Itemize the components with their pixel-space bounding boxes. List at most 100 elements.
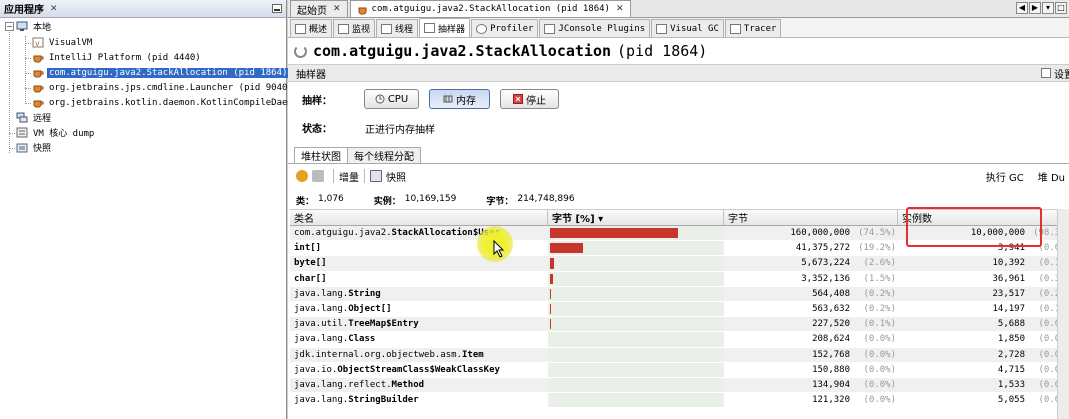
refresh-icon[interactable]	[312, 170, 324, 182]
class-simple-name: Item	[461, 349, 484, 360]
scroll-right-icon[interactable]: ▶	[1029, 2, 1041, 14]
close-tab-icon[interactable]: ✕	[333, 4, 341, 14]
memory-button[interactable]: 内存	[429, 89, 490, 109]
bytes-percent-value: (0.0%)	[863, 379, 896, 390]
tree-node-app[interactable]: v VisualVM	[32, 35, 94, 50]
stop-button[interactable]: 停止	[500, 89, 559, 109]
tab-per-thread-allocation[interactable]: 每个线程分配	[348, 147, 421, 163]
maximize-icon[interactable]: □	[1055, 2, 1067, 14]
tracer-icon	[729, 23, 741, 34]
close-icon[interactable]: ✕	[50, 4, 58, 14]
tree-node-app[interactable]: IntelliJ Platform (pid 4440)	[32, 50, 203, 65]
tab-jconsole-plugins[interactable]: JConsole Plugins	[539, 19, 651, 37]
bytes-percent-bar	[550, 258, 555, 269]
table-row[interactable]: jdk.internal.org.objectweb.asm. Item 152,7…	[290, 347, 1069, 363]
toolbar-separator	[333, 169, 334, 183]
delta-button[interactable]: 增量	[339, 169, 359, 184]
bytes-percent-bar	[550, 228, 679, 239]
table-row[interactable]: byte[] 5,673,224 (2.6%) 10,392 (0.1%)	[290, 256, 1069, 272]
memory-button-label: 内存	[456, 95, 476, 107]
tab-heap-histogram[interactable]: 堆柱状图	[294, 147, 348, 163]
class-package: java.lang.	[294, 334, 349, 345]
tree-node-app[interactable]: org.jetbrains.kotlin.daemon.KotlinCompil…	[32, 95, 322, 110]
tree-node-snapshots[interactable]: 快照	[16, 140, 53, 155]
tab-application[interactable]: com.atguigu.java2.StackAllocation (pid 1…	[349, 0, 631, 17]
table-row[interactable]: java.lang. String 564,408 (0.2%) 23,517 (0.2%…	[290, 286, 1069, 302]
snapshot-icon	[370, 170, 382, 182]
class-simple-name: Class	[348, 334, 376, 345]
table-row[interactable]: java.lang.reflect. Method 134,904 (0.0%) 1,5…	[290, 377, 1069, 394]
page-title: com.atguigu.java2.StackAllocation (pid 1…	[288, 38, 1069, 64]
table-row[interactable]: java.util. TreeMap$Entry 227,520 (0.1%) 5,68…	[290, 317, 1069, 333]
collapse-local-toggle[interactable]: −	[5, 22, 14, 31]
class-simple-name: Object[]	[348, 304, 392, 315]
tree-node-app-selected[interactable]: com.atguigu.java2.StackAllocation (pid 1…	[32, 65, 290, 80]
tree-node-label: IntelliJ Platform (pid 4440)	[49, 52, 201, 63]
visual-gc-icon	[656, 23, 668, 34]
table-row[interactable]: java.lang. Object[] 563,632 (0.2%) 14,197 (0.…	[290, 301, 1069, 318]
toolbar-right-actions: 执行 GC 堆 Du	[986, 169, 1069, 184]
perform-gc-button[interactable]: 执行 GC	[986, 169, 1024, 184]
tab-sampler[interactable]: 抽样器	[419, 18, 471, 37]
scroll-left-icon[interactable]: ◀	[1016, 2, 1028, 14]
tab-tracer[interactable]: Tracer	[724, 19, 782, 37]
tree-node-core-dump[interactable]: VM 核心 dump	[16, 125, 96, 140]
sample-label: 抽样：	[302, 96, 332, 107]
cpu-button[interactable]: CPU	[364, 89, 419, 109]
snapshot-button[interactable]: 快照	[386, 169, 406, 184]
tab-label: 抽样器	[438, 24, 466, 35]
instances-cell: 2,728 (0.0%)	[898, 348, 1069, 362]
applications-panel-header: 应用程序 ✕	[0, 0, 286, 18]
bytes-value: 160,000,000	[790, 228, 850, 239]
tree-node-local[interactable]: 本地	[16, 19, 53, 34]
sampler-icon	[424, 23, 436, 33]
instances-value: 23,517	[992, 288, 1025, 299]
tab-label: JConsole Plugins	[558, 23, 646, 34]
instances-value: 10,392	[992, 258, 1025, 269]
class-simple-name: int[]	[294, 243, 322, 254]
tab-threads[interactable]: 线程	[376, 19, 419, 37]
tab-overview[interactable]: 概述	[290, 19, 333, 37]
settings-checkbox[interactable]	[1041, 68, 1051, 78]
table-scrollbar[interactable]	[1057, 209, 1069, 419]
tab-label: 监视	[352, 25, 371, 35]
bytes-value: 134,904	[812, 379, 850, 390]
cpu-button-label: CPU	[387, 93, 409, 105]
settings-toggle[interactable]: 设置	[1041, 66, 1069, 81]
class-package: java.lang.	[294, 288, 349, 299]
heap-dump-button[interactable]: 堆 Du	[1038, 169, 1065, 184]
bytes-cell: 41,375,272 (19.2%)	[724, 241, 898, 255]
bytes-percent-cell	[548, 241, 724, 256]
tab-label: Visual GC	[670, 23, 719, 34]
instances-cell: 10,392 (0.1%)	[898, 256, 1069, 270]
pause-icon[interactable]	[296, 170, 308, 182]
column-header-bytes-percent[interactable]: 字节 [%] ▾	[548, 210, 724, 225]
tab-profiler[interactable]: Profiler	[471, 19, 539, 37]
tree-node-app[interactable]: org.jetbrains.jps.cmdline.Launcher (pid …	[32, 80, 295, 95]
class-package: java.lang.	[294, 304, 349, 315]
table-row[interactable]: java.io. ObjectStreamClass$WeakClassKey 15…	[290, 362, 1069, 378]
tab-start-page[interactable]: 起始页 ✕	[290, 0, 348, 17]
tab-visual-gc[interactable]: Visual GC	[651, 19, 724, 37]
bytes-percent-cell	[548, 271, 724, 286]
bytes-cell: 152,768 (0.0%)	[724, 348, 898, 362]
instances-label: 实例：	[373, 197, 401, 207]
tab-list-icon[interactable]: ▾	[1042, 2, 1054, 14]
column-header-bytes[interactable]: 字节	[724, 210, 898, 225]
table-row[interactable]: java.lang. StringBuilder 121,320 (0.0%) 5,05…	[290, 393, 1069, 409]
table-row[interactable]: char[] 3,352,136 (1.5%) 36,961 (0.3%)	[290, 271, 1069, 287]
tab-label: 每个线程分配	[354, 152, 414, 163]
class-name-cell: java.lang. Object[]	[290, 302, 548, 316]
toolbar-separator	[364, 169, 365, 183]
bytes-percent-value: (0.0%)	[863, 364, 896, 375]
close-tab-icon[interactable]: ✕	[616, 4, 624, 14]
tab-monitor[interactable]: 监视	[333, 19, 376, 37]
minimize-icon[interactable]	[272, 4, 282, 13]
table-row[interactable]: java.lang. Class 208,624 (0.0%) 1,850 (0.0%)	[290, 332, 1069, 348]
class-simple-name: String	[348, 288, 381, 299]
tree-node-label: org.jetbrains.kotlin.daemon.KotlinCompil…	[49, 97, 320, 108]
column-header-class-name[interactable]: 类名	[290, 210, 548, 225]
table-body: com.atguigu.java2. StackAllocation$User 16…	[290, 226, 1069, 409]
bytes-value: 214,748,896	[517, 194, 575, 204]
tree-node-remote[interactable]: 远程	[16, 110, 53, 125]
